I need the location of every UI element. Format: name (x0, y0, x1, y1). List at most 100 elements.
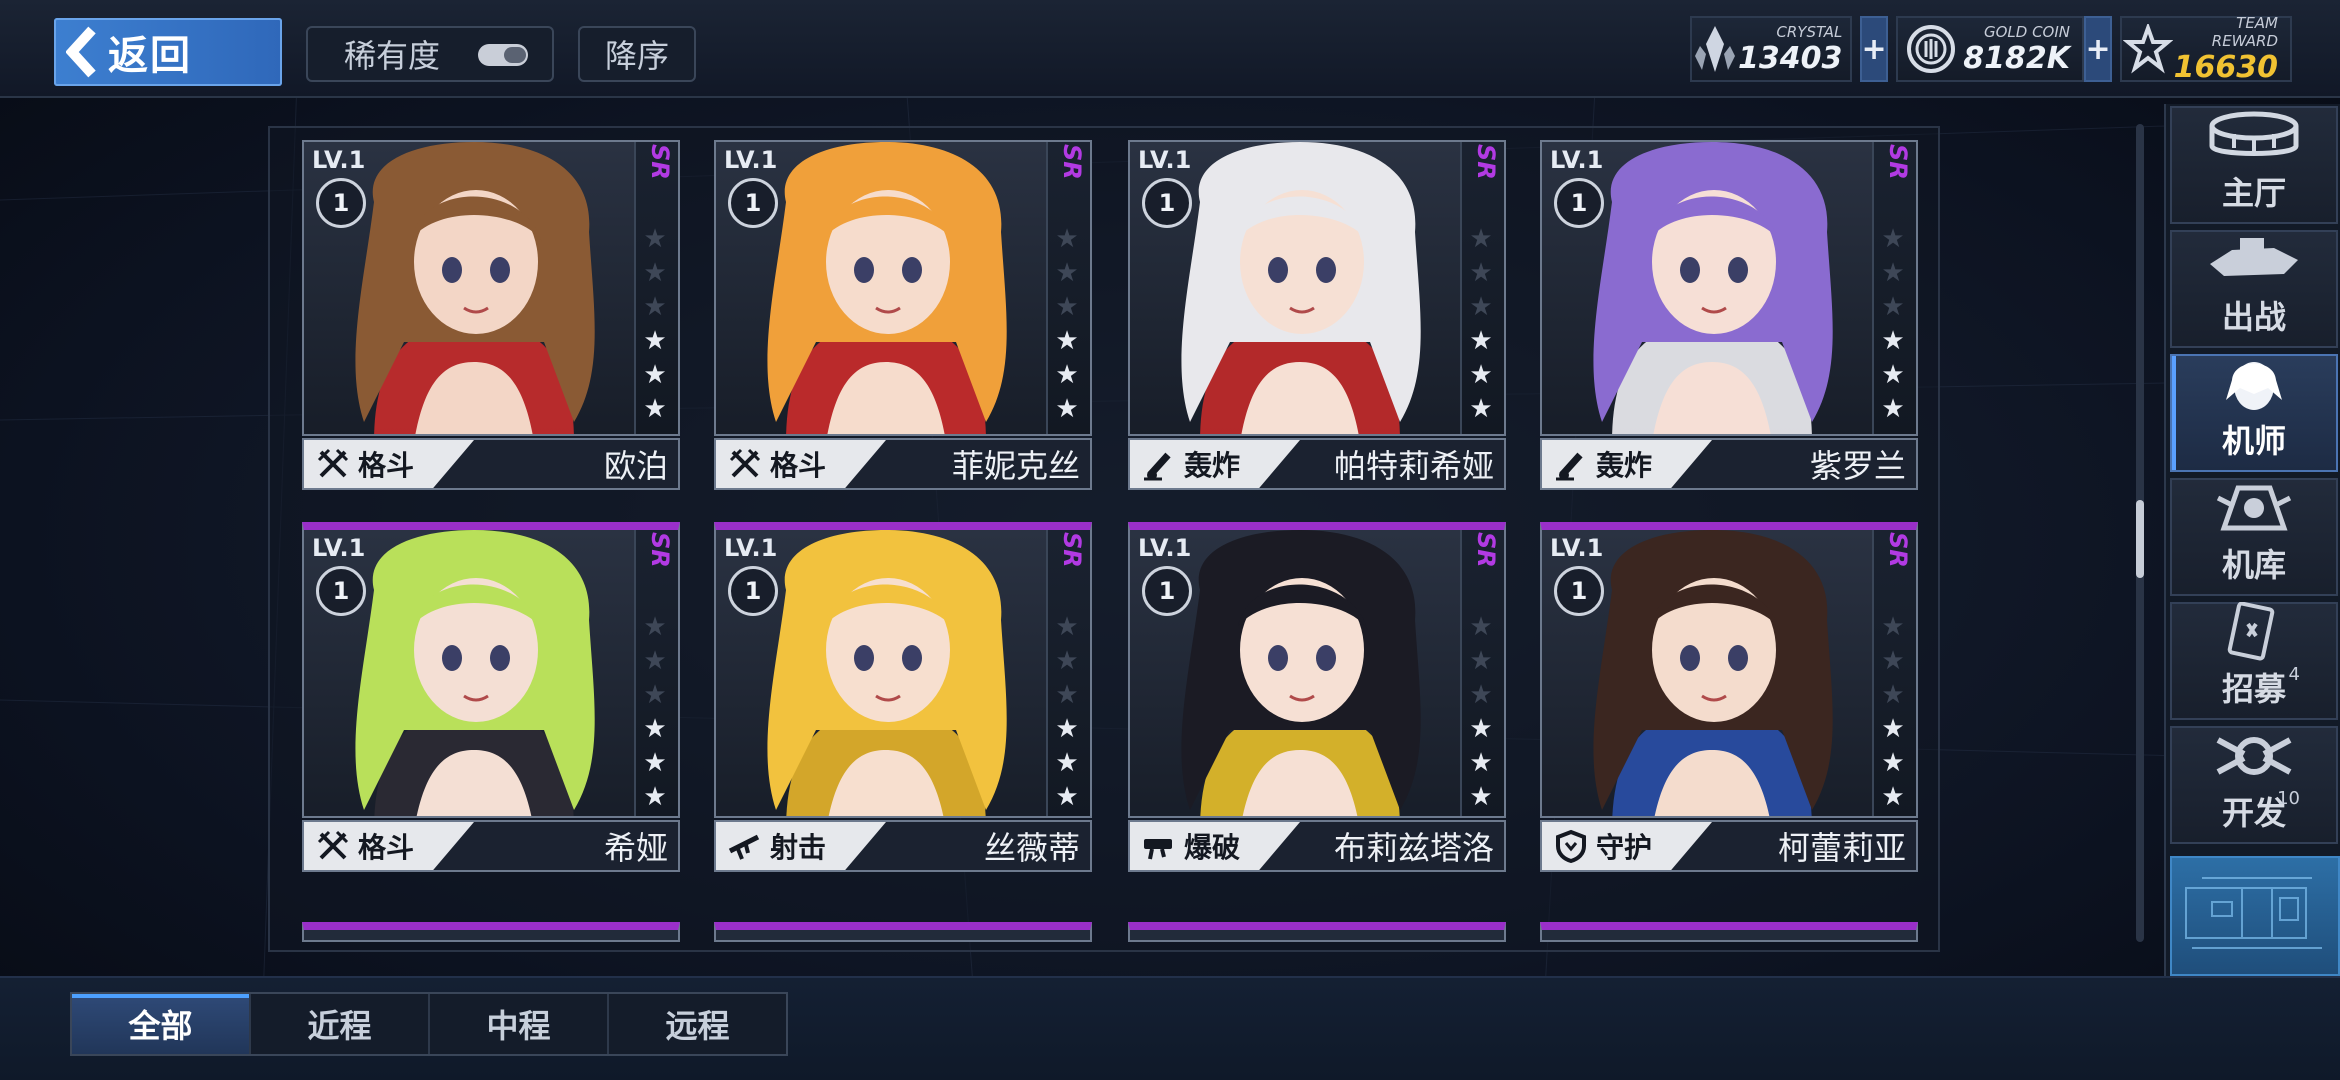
pilot-card[interactable]: LV.1 1 SR ★ ★ ★ ★ ★ ★ 射击 丝薇蒂 (714, 522, 1092, 872)
gold-plus-button[interactable]: + (2084, 16, 2112, 82)
rarity-label: SR (646, 144, 674, 180)
pilot-card[interactable]: LV.1 1 SR ★ ★ ★ ★ ★ ★ 轰炸 紫罗兰 (1540, 140, 1918, 490)
star-icon: ★ (643, 612, 667, 642)
pilot-portrait-frame: LV.1 1 SR ★ ★ ★ ★ ★ ★ (714, 522, 1092, 818)
star-icon: ★ (1469, 258, 1493, 288)
team-reward-icon (2122, 18, 2174, 80)
pilot-portrait-frame: LV.1 1 SR ★ ★ ★ ★ ★ ★ (1128, 522, 1506, 818)
level-badge: 1 (316, 178, 366, 228)
nav-item-hall[interactable]: 主厅 (2170, 106, 2338, 224)
toggle-icon (476, 40, 530, 70)
rank-sidebar: SR ★ ★ ★ ★ ★ ★ (1046, 530, 1090, 816)
nav-item-pilot[interactable]: 机师 (2170, 354, 2338, 472)
shield-icon (1554, 829, 1588, 864)
star-icon: ★ (1469, 394, 1493, 424)
rarity-sort-button[interactable]: 稀有度 (306, 26, 554, 82)
level-label: LV.1 (312, 534, 366, 562)
rarity-label: SR (646, 532, 674, 568)
range-tab[interactable]: 全部 (72, 994, 251, 1054)
level-badge: 1 (1142, 566, 1192, 616)
pilot-card[interactable]: LV.1 1 SR ★ ★ ★ ★ ★ ★ 轰炸 帕特莉希娅 (1128, 140, 1506, 490)
pilot-icon (2199, 354, 2309, 414)
mortar-icon (1554, 447, 1588, 481)
nav-item-label: 机师 (2221, 422, 2286, 460)
pilot-name: 紫罗兰 (1809, 447, 1906, 485)
crossed-swords-icon (316, 829, 350, 863)
star-icon: ★ (643, 292, 667, 322)
star-icon: ★ (1881, 646, 1905, 676)
nav-item-sortie[interactable]: 出战 (2170, 230, 2338, 348)
pilot-info-bar: 格斗 欧泊 (302, 438, 680, 490)
base-map-thumbnail[interactable] (2170, 856, 2340, 976)
pilot-name: 布莉兹塔洛 (1333, 829, 1494, 867)
level-label: LV.1 (724, 146, 778, 174)
back-button[interactable]: 返回 (54, 18, 282, 86)
crystal-plus-button[interactable]: + (1860, 16, 1888, 82)
star-icon: ★ (1055, 782, 1079, 812)
star-icon: ★ (1055, 612, 1079, 642)
star-icon: ★ (643, 748, 667, 778)
rarity-sort-label: 稀有度 (344, 37, 441, 75)
level-label: LV.1 (1138, 146, 1192, 174)
pilot-type-tag: 守护 (1542, 822, 1712, 870)
pilot-type-label: 格斗 (770, 449, 827, 482)
pilot-info-bar: 格斗 菲妮克丝 (714, 438, 1092, 490)
partial-card (1540, 922, 1918, 942)
pilot-name: 帕特莉希娅 (1333, 447, 1494, 485)
range-tab[interactable]: 中程 (430, 994, 609, 1054)
star-rating: ★ ★ ★ ★ ★ ★ (1466, 222, 1496, 426)
pilot-info-bar: 射击 丝薇蒂 (714, 820, 1092, 872)
star-icon: ★ (1055, 394, 1079, 424)
pilot-type-label: 轰炸 (1184, 449, 1241, 482)
pilot-type-label: 射击 (770, 831, 827, 864)
order-sort-label: 降序 (604, 37, 669, 75)
nav-item-recruit[interactable]: 4 招募 (2170, 602, 2338, 720)
pilot-name: 希娅 (603, 829, 668, 867)
star-icon: ★ (1881, 782, 1905, 812)
range-tab[interactable]: 近程 (251, 994, 430, 1054)
range-tab[interactable]: 远程 (609, 994, 786, 1054)
back-label: 返回 (108, 33, 192, 79)
nav-item-label: 主厅 (2221, 174, 2286, 212)
rarity-label: SR (1472, 144, 1500, 180)
pilot-portrait-frame: LV.1 1 SR ★ ★ ★ ★ ★ ★ (302, 522, 680, 818)
pilot-type-tag: 爆破 (1130, 822, 1300, 870)
rarity-label: SR (1884, 144, 1912, 180)
pilot-card[interactable]: LV.1 1 SR ★ ★ ★ ★ ★ ★ 格斗 欧泊 (302, 140, 680, 490)
scrollbar-thumb[interactable] (2136, 500, 2144, 578)
crystal-counter: CRYSTAL 13403 (1690, 16, 1852, 82)
level-label: LV.1 (724, 534, 778, 562)
pilot-card[interactable]: LV.1 1 SR ★ ★ ★ ★ ★ ★ 守护 柯蕾莉亚 (1540, 522, 1918, 872)
star-icon: ★ (1055, 326, 1079, 356)
star-rating: ★ ★ ★ ★ ★ ★ (1878, 222, 1908, 426)
order-sort-button[interactable]: 降序 (578, 26, 696, 82)
pilot-name: 柯蕾莉亚 (1777, 829, 1906, 867)
star-icon: ★ (1469, 360, 1493, 390)
star-icon: ★ (1881, 680, 1905, 710)
crossed-swords-icon (316, 447, 350, 481)
rarity-label: SR (1472, 532, 1500, 568)
pilot-card[interactable]: LV.1 1 SR ★ ★ ★ ★ ★ ★ 格斗 希娅 (302, 522, 680, 872)
gold-coin-value: 8182K (1963, 40, 2070, 76)
rank-sidebar: SR ★ ★ ★ ★ ★ ★ (634, 530, 678, 816)
star-icon: ★ (1469, 326, 1493, 356)
pilot-type-label: 爆破 (1184, 831, 1241, 864)
star-icon: ★ (1055, 224, 1079, 254)
gold-coin-counter: GOLD COIN 8182K (1896, 16, 2084, 82)
star-icon: ★ (1055, 258, 1079, 288)
rank-sidebar: SR ★ ★ ★ ★ ★ ★ (634, 142, 678, 434)
rarity-label: SR (1884, 532, 1912, 568)
pilot-name: 菲妮克丝 (951, 447, 1080, 485)
nav-item-hangar[interactable]: 机库 (2170, 478, 2338, 596)
rank-sidebar: SR ★ ★ ★ ★ ★ ★ (1460, 142, 1504, 434)
nav-item-develop[interactable]: 10 开发 (2170, 726, 2338, 844)
pilot-type-tag: 射击 (716, 822, 886, 870)
pilot-card[interactable]: LV.1 1 SR ★ ★ ★ ★ ★ ★ 爆破 布莉兹塔洛 (1128, 522, 1506, 872)
nav-item-label: 机库 (2221, 546, 2286, 584)
rank-sidebar: SR ★ ★ ★ ★ ★ ★ (1046, 142, 1090, 434)
pilot-type-label: 格斗 (358, 831, 415, 864)
star-icon: ★ (1881, 748, 1905, 778)
crystal-icon (1692, 18, 1738, 80)
star-icon: ★ (1469, 714, 1493, 744)
pilot-card[interactable]: LV.1 1 SR ★ ★ ★ ★ ★ ★ 格斗 菲妮克丝 (714, 140, 1092, 490)
